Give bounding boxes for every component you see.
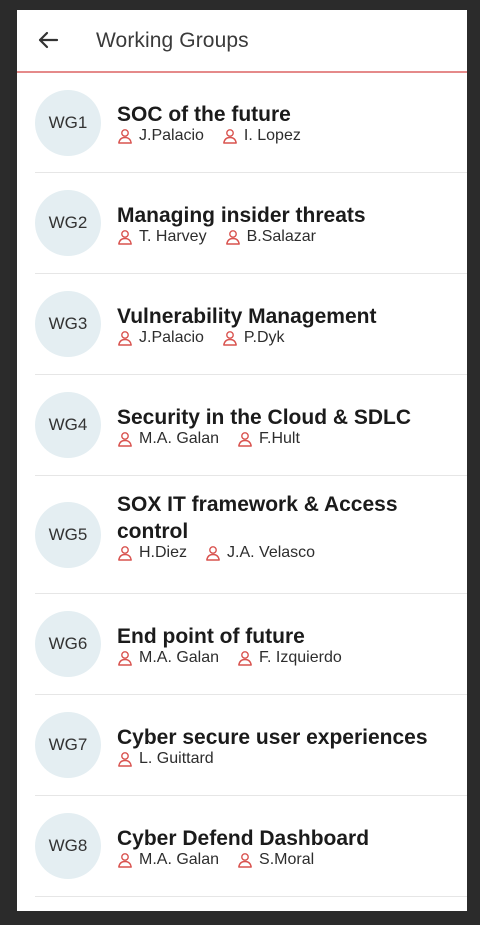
person-icon <box>238 432 252 447</box>
person-icon <box>223 331 237 346</box>
working-group-item[interactable]: WG6 End point of future M.A. Galan F. Izqui… <box>35 594 467 695</box>
group-lead: M.A. Galan <box>117 430 219 448</box>
group-lead: I. Lopez <box>222 127 301 145</box>
person-icon <box>118 546 132 561</box>
group-leads: J.Palacio I. Lopez <box>117 127 467 145</box>
group-name: End point of future <box>117 625 305 648</box>
working-group-item[interactable]: WG8 Cyber Defend Dashboard M.A. Galan S.Mor… <box>35 796 467 897</box>
person-icon <box>223 129 237 144</box>
group-leads: L. Guittard <box>117 750 467 768</box>
group-avatar: WG3 <box>35 291 101 357</box>
working-groups-list: WG1 SOC of the future J.Palacio I. Lopez WG2… <box>17 73 467 897</box>
group-lead: J.A. Velasco <box>205 544 315 562</box>
person-icon <box>118 853 132 868</box>
working-group-item[interactable]: WG5 SOX IT framework & Access control H.Di… <box>35 476 467 594</box>
group-lead: B.Salazar <box>225 228 316 246</box>
app-screen: Working Groups WG1 SOC of the future J.Pal… <box>17 10 467 911</box>
lead-name: J.Palacio <box>139 329 204 346</box>
person-icon <box>118 331 132 346</box>
group-name: SOC of the future <box>117 103 291 126</box>
group-leads: M.A. Galan F.Hult <box>117 430 467 448</box>
working-group-item[interactable]: WG7 Cyber secure user experiences L. Guitt… <box>35 695 467 796</box>
group-name: Security in the Cloud & SDLC <box>117 406 412 429</box>
lead-name: H.Diez <box>139 544 188 561</box>
group-lead: F. Izquierdo <box>237 649 342 667</box>
group-lead: M.A. Galan <box>117 649 219 667</box>
page-title: Working Groups <box>96 29 249 52</box>
group-avatar: WG1 <box>35 89 101 156</box>
group-lead: S.Moral <box>237 851 314 869</box>
person-icon <box>206 546 220 561</box>
lead-name: L. Guittard <box>139 750 214 767</box>
lead-name: I. Lopez <box>243 127 301 144</box>
group-lead: P.Dyk <box>222 329 285 347</box>
group-avatar: WG2 <box>35 190 101 256</box>
group-leads: J.Palacio P.Dyk <box>117 329 467 347</box>
group-leads: H.Diez J.A. Velasco <box>117 544 467 562</box>
lead-name: J.A. Velasco <box>227 544 316 561</box>
lead-name: B.Salazar <box>246 228 316 245</box>
working-group-item[interactable]: WG4 Security in the Cloud & SDLC M.A. Gala… <box>35 375 467 476</box>
person-icon <box>238 651 252 666</box>
group-lead: T. Harvey <box>117 228 207 246</box>
group-name: Vulnerability Management <box>117 305 377 328</box>
person-icon <box>118 752 132 767</box>
working-group-item[interactable]: WG1 SOC of the future J.Palacio I. Lopez <box>35 73 467 173</box>
lead-name: M.A. Galan <box>139 851 220 868</box>
lead-name: M.A. Galan <box>139 649 220 666</box>
group-lead: F.Hult <box>237 430 300 448</box>
person-icon <box>118 432 132 447</box>
group-lead: J.Palacio <box>117 127 204 145</box>
group-lead: L. Guittard <box>117 750 214 768</box>
group-avatar: WG8 <box>35 813 101 879</box>
working-group-item[interactable]: WG2 Managing insider threats T. Harvey B.Sa… <box>35 173 467 274</box>
lead-name: T. Harvey <box>139 228 207 245</box>
lead-name: S.Moral <box>259 851 315 868</box>
working-group-item[interactable]: WG3 Vulnerability Management J.Palacio P.Dy… <box>35 274 467 375</box>
person-icon <box>118 129 132 144</box>
lead-name: M.A. Galan <box>139 430 220 447</box>
person-icon <box>118 230 132 245</box>
group-name: Cyber Defend Dashboard <box>117 827 370 850</box>
group-avatar: WG6 <box>35 611 101 677</box>
lead-name: F. Izquierdo <box>259 649 342 666</box>
group-leads: M.A. Galan S.Moral <box>117 851 467 869</box>
group-lead: M.A. Galan <box>117 851 219 869</box>
group-leads: T. Harvey B.Salazar <box>117 228 467 246</box>
lead-name: F.Hult <box>259 430 300 447</box>
group-leads: M.A. Galan F. Izquierdo <box>117 649 467 667</box>
group-avatar: WG5 <box>35 501 101 568</box>
lead-name: P.Dyk <box>243 329 285 346</box>
group-name: Cyber secure user experiences <box>117 726 428 749</box>
group-avatar: WG4 <box>35 392 101 458</box>
group-lead: H.Diez <box>117 544 187 562</box>
group-name: Managing insider threats <box>117 204 366 227</box>
group-avatar: WG7 <box>35 712 101 778</box>
person-icon <box>225 230 240 245</box>
group-name: SOX IT framework & Access control <box>117 493 398 543</box>
back-button[interactable] <box>37 29 59 51</box>
person-icon <box>118 651 132 666</box>
person-icon <box>238 853 252 868</box>
arrow-left-icon <box>38 31 59 49</box>
app-header: Working Groups <box>17 10 467 73</box>
lead-name: J.Palacio <box>139 127 204 144</box>
group-lead: J.Palacio <box>117 329 204 347</box>
